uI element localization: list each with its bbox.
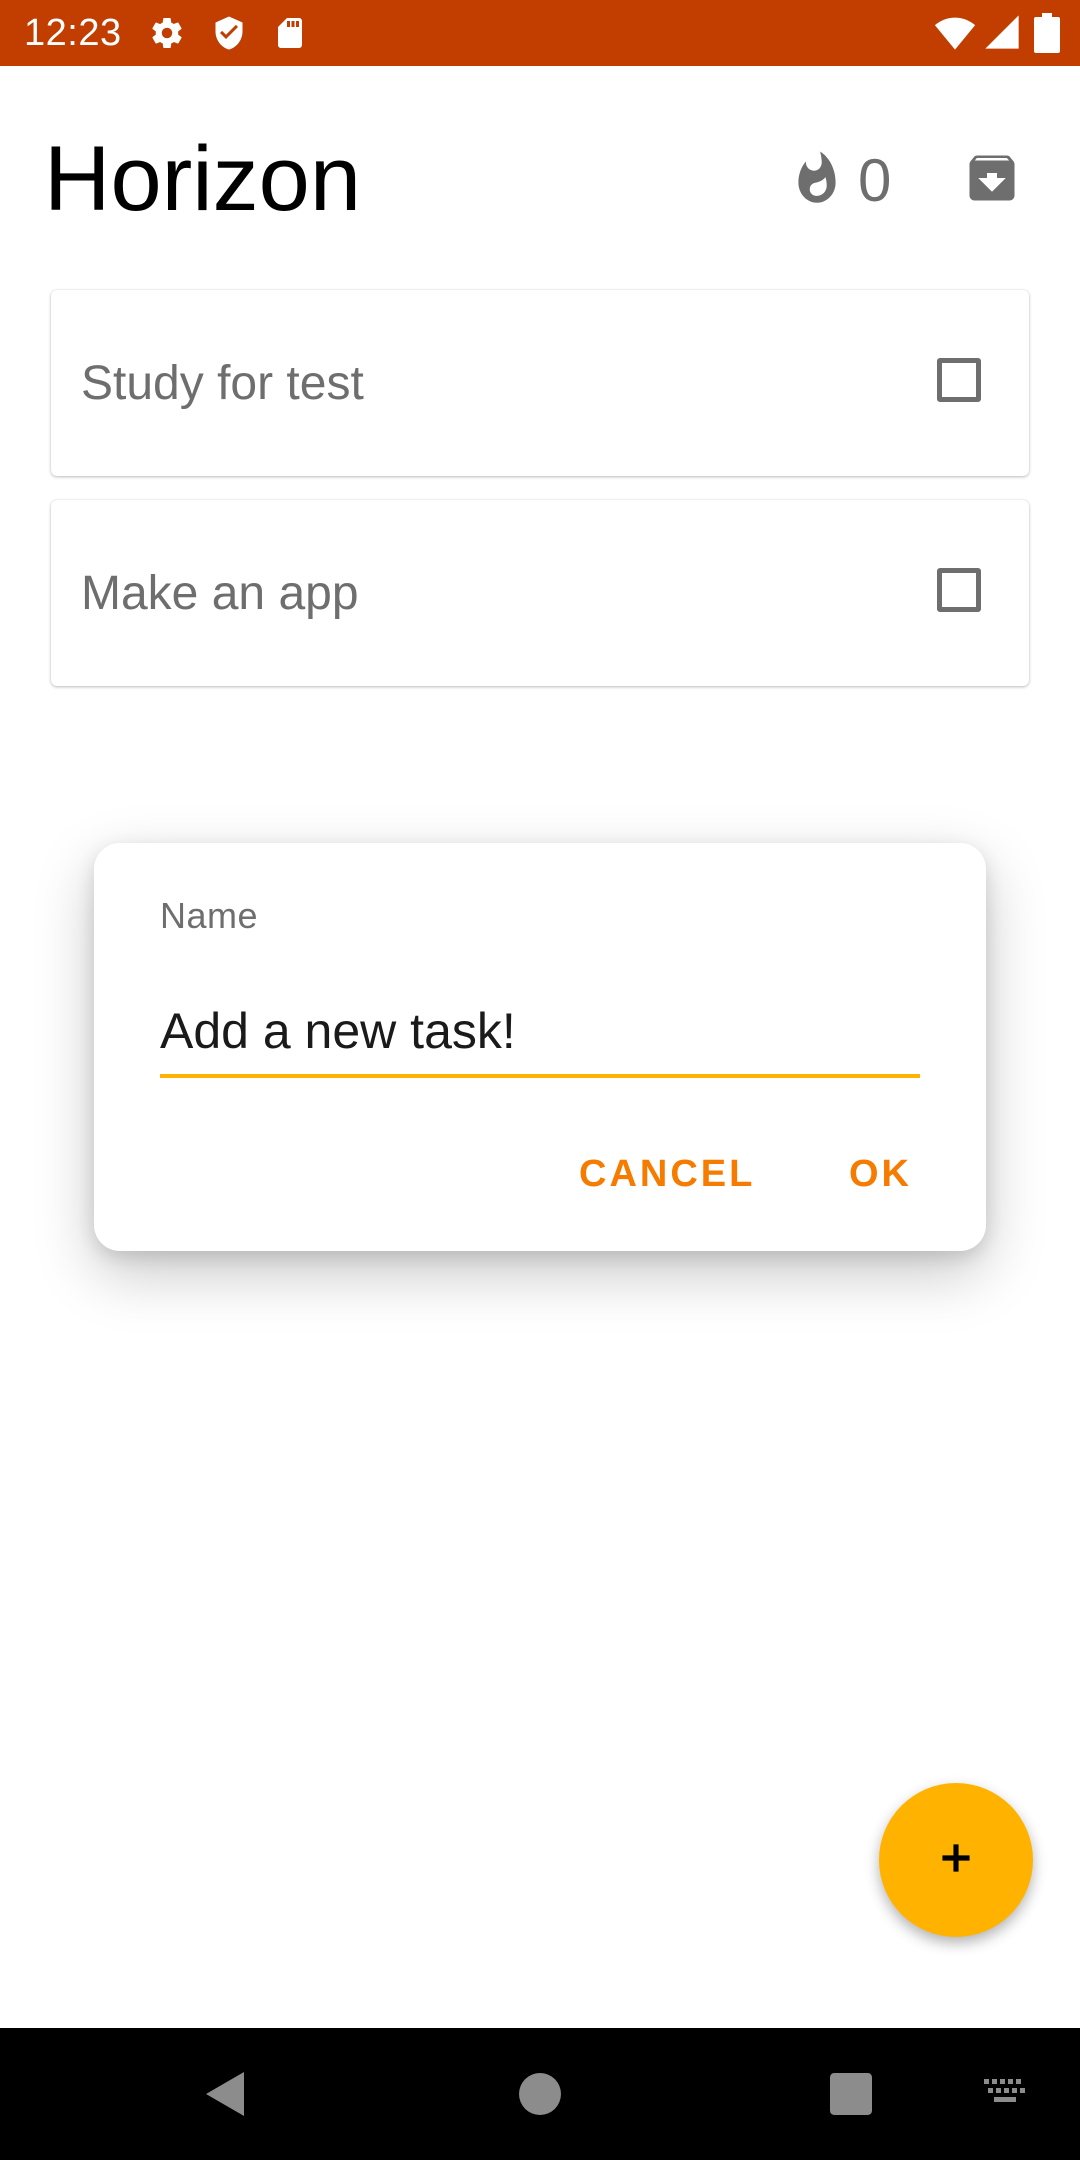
name-field-label: Name bbox=[160, 895, 259, 936]
add-task-button[interactable] bbox=[879, 1783, 1033, 1937]
battery-icon bbox=[1034, 13, 1060, 53]
settings-icon bbox=[149, 15, 185, 51]
flame-icon bbox=[792, 149, 842, 211]
page-title: Horizon bbox=[44, 128, 362, 230]
cancel-button[interactable]: CANCEL bbox=[579, 1149, 755, 1199]
archive-icon bbox=[962, 155, 1022, 212]
home-icon[interactable] bbox=[518, 2072, 562, 2116]
status-bar: 12:23 bbox=[0, 0, 1080, 66]
streak-count: 0 bbox=[858, 146, 892, 214]
task-name-input[interactable] bbox=[160, 999, 920, 1063]
task-checkbox[interactable] bbox=[937, 568, 981, 612]
status-time: 12:23 bbox=[24, 12, 122, 54]
wifi-icon bbox=[934, 12, 976, 54]
task-checkbox[interactable] bbox=[937, 358, 981, 402]
back-icon[interactable] bbox=[200, 2068, 252, 2120]
sd-card-icon bbox=[272, 15, 308, 51]
keyboard-icon[interactable] bbox=[984, 2078, 1028, 2110]
input-underline bbox=[160, 1074, 920, 1078]
ok-button[interactable]: OK bbox=[849, 1149, 912, 1199]
screen: 12:23 Horizon 0 Study for test Make an a… bbox=[0, 0, 1080, 2160]
task-card[interactable]: Study for test bbox=[51, 290, 1029, 476]
new-task-dialog: Name CANCEL OK bbox=[94, 843, 986, 1251]
recents-icon[interactable] bbox=[829, 2072, 873, 2116]
archive-button[interactable] bbox=[962, 148, 1022, 208]
task-label: Make an app bbox=[81, 566, 359, 620]
cell-signal-icon bbox=[982, 12, 1022, 52]
task-label: Study for test bbox=[81, 356, 364, 410]
navigation-bar bbox=[0, 2028, 1080, 2160]
plus-icon bbox=[934, 1836, 978, 1885]
shield-icon bbox=[211, 15, 247, 51]
streak-counter: 0 bbox=[792, 140, 891, 220]
task-card[interactable]: Make an app bbox=[51, 500, 1029, 686]
